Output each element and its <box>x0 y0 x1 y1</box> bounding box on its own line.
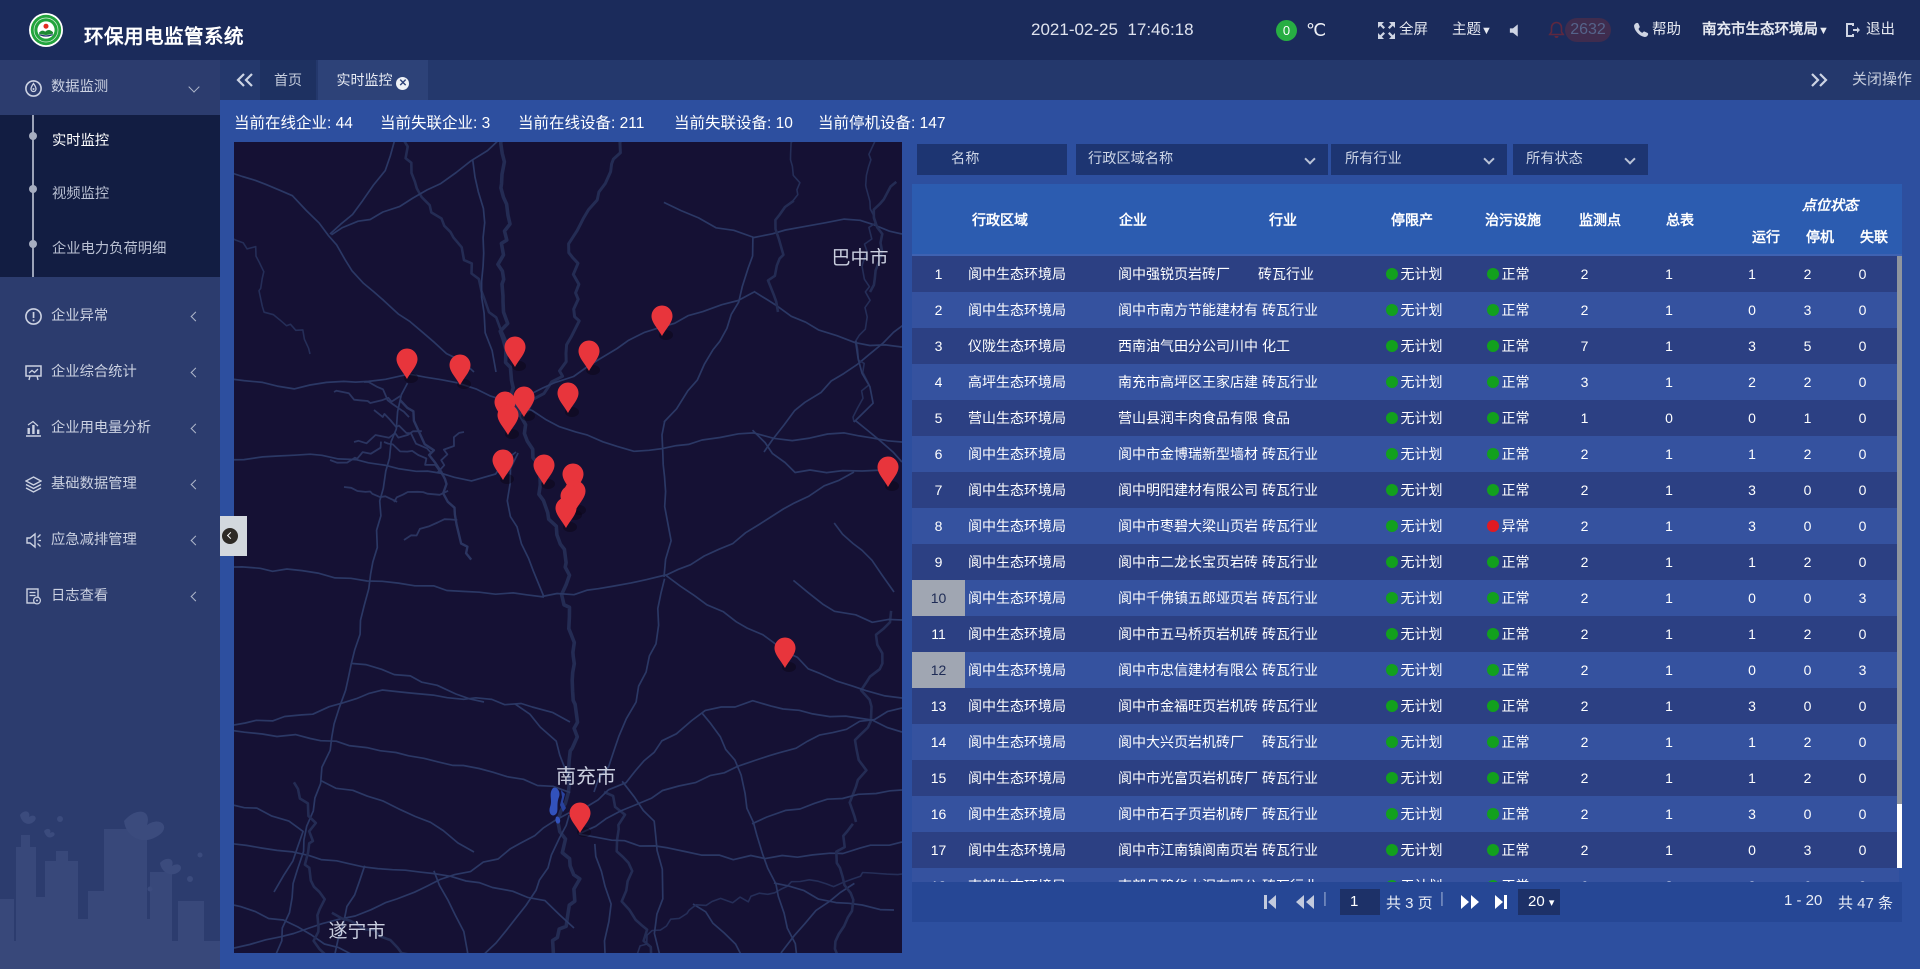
svg-text:遂宁市: 遂宁市 <box>328 920 385 942</box>
svg-text:南充市: 南充市 <box>556 765 616 788</box>
svg-text:巴中市: 巴中市 <box>831 247 888 269</box>
